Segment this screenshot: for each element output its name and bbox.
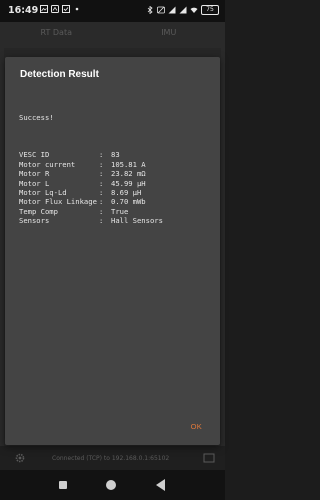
dialog-title: Detection Result (20, 69, 99, 80)
success-message: Success! (19, 112, 54, 122)
ok-button[interactable]: OK (191, 422, 202, 431)
recents-button[interactable] (59, 481, 67, 489)
app-tabs: RT Data IMU (0, 22, 225, 44)
status-time: 16:49 (8, 5, 39, 16)
result-key: Motor Lq-Ld (19, 188, 67, 198)
result-row: Motor Flux Linkage: 0.70 mWb (19, 197, 214, 206)
cellular-signal-icon (168, 6, 176, 14)
tab-rt-data[interactable]: RT Data (0, 22, 113, 44)
result-separator: : (99, 150, 108, 160)
result-row: Motor current: 105.81 A (19, 160, 214, 169)
result-separator: : (99, 197, 108, 207)
result-separator: : (99, 216, 108, 226)
result-row: Motor Lq-Ld: 8.69 µH (19, 188, 214, 197)
result-separator: : (99, 169, 108, 179)
back-button[interactable] (156, 479, 165, 491)
mute-icon (157, 6, 165, 14)
result-row: Temp Comp: True (19, 207, 214, 216)
app-bottom-bar: Connected (TCP) to 192.168.0.1:65102 (0, 446, 225, 470)
result-value: 8.69 µH (111, 188, 142, 198)
result-value: Hall Sensors (111, 216, 163, 226)
bluetooth-icon (147, 6, 153, 14)
connection-status-text: Connected (TCP) to 192.168.0.1:65102 (52, 455, 170, 462)
navigation-bar (0, 470, 225, 500)
result-row: VESC ID: 83 (19, 150, 214, 159)
result-row: Motor L: 45.99 µH (19, 179, 214, 188)
result-separator: : (99, 206, 108, 216)
battery-icon: 75 (201, 5, 219, 15)
result-value: 0.70 mWb (111, 197, 146, 207)
can-icon[interactable] (203, 452, 215, 464)
result-list: VESC ID: 83 Motor current: 105.81 A Motor … (19, 150, 214, 225)
result-key: Temp Comp (19, 206, 58, 216)
status-notification-icons (40, 5, 81, 13)
status-bar: 16:49 75 (0, 0, 225, 22)
result-row: Sensors: Hall Sensors (19, 216, 214, 225)
dialog-body: Success! VESC ID: 83 Motor current: 105.8… (19, 94, 214, 244)
checkbox-icon (62, 5, 70, 13)
result-value: 45.99 µH (111, 178, 146, 188)
image-icon (40, 5, 48, 13)
result-separator: : (99, 188, 108, 198)
result-key: Sensors (19, 216, 50, 226)
detection-result-dialog: Detection Result Success! VESC ID: 83 Mot… (5, 57, 220, 445)
result-key: Motor Flux Linkage (19, 197, 97, 207)
result-separator: : (99, 178, 108, 188)
dot-icon (75, 7, 79, 11)
result-value: 23.82 mΩ (111, 169, 146, 179)
signal-app-icon (51, 5, 59, 13)
home-button[interactable] (106, 480, 116, 490)
result-key: Motor R (19, 169, 50, 179)
result-value: 83 (111, 150, 120, 160)
tab-imu[interactable]: IMU (113, 22, 226, 44)
result-key: Motor L (19, 178, 50, 188)
result-separator: : (99, 159, 108, 169)
result-key: Motor current (19, 159, 76, 169)
gear-icon[interactable] (14, 452, 26, 464)
result-value: 105.81 A (111, 159, 146, 169)
status-system-icons: 75 (146, 5, 219, 15)
result-row: Motor R: 23.82 mΩ (19, 169, 214, 178)
result-value: True (111, 206, 129, 216)
wifi-icon (190, 7, 198, 13)
result-key: VESC ID (19, 150, 50, 160)
cellular-signal-2-icon (179, 6, 187, 14)
